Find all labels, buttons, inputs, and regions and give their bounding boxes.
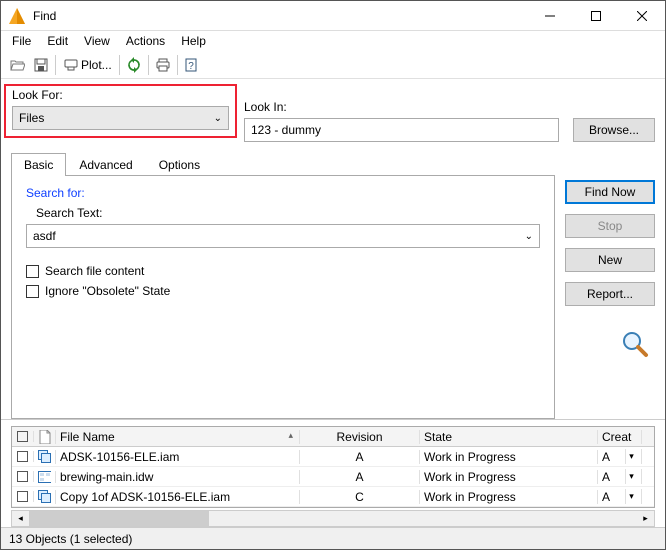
plot-button[interactable]: Plot... [58, 53, 117, 77]
search-file-content-checkbox[interactable]: Search file content [26, 264, 540, 278]
scroll-thumb[interactable] [29, 511, 209, 526]
look-in-field[interactable]: 123 - dummy [244, 118, 559, 142]
look-for-highlight: Look For: Files ⌄ [4, 84, 237, 138]
help-icon[interactable]: ? [180, 53, 204, 77]
open-icon[interactable] [5, 53, 29, 77]
checkbox-icon [26, 285, 39, 298]
search-text-input[interactable]: asdf ⌄ [26, 224, 540, 248]
body: Basic Advanced Options Search for: Searc… [1, 152, 665, 419]
window-title: Find [33, 9, 527, 23]
svg-text:?: ? [188, 61, 194, 72]
menubar: File Edit View Actions Help [1, 31, 665, 51]
column-state[interactable]: State [420, 430, 598, 444]
tab-options[interactable]: Options [146, 153, 213, 176]
column-created[interactable]: Creat [598, 430, 642, 444]
column-icon[interactable] [34, 430, 56, 444]
drawing-icon [34, 471, 56, 483]
find-window: Find File Edit View Actions Help Plot...… [0, 0, 666, 550]
minimize-button[interactable] [527, 1, 573, 31]
document-icon [39, 430, 51, 444]
tabstrip: Basic Advanced Options [11, 152, 555, 176]
table-row[interactable]: Copy 1of ADSK-10156-ELE.iam C Work in Pr… [12, 487, 654, 507]
ignore-obsolete-checkbox[interactable]: Ignore "Obsolete" State [26, 284, 540, 298]
browse-button[interactable]: Browse... [573, 118, 655, 142]
toolbar: Plot... ? [1, 51, 665, 79]
menu-view[interactable]: View [77, 32, 117, 50]
find-now-button[interactable]: Find Now [565, 180, 655, 204]
search-text-value: asdf [33, 229, 56, 243]
new-button[interactable]: New [565, 248, 655, 272]
assembly-icon [38, 450, 51, 464]
scroll-right-icon[interactable]: ▸ [637, 511, 654, 526]
side-buttons: Find Now Stop New Report... [565, 152, 665, 419]
tab-basic[interactable]: Basic [11, 153, 66, 176]
chevron-down-icon[interactable]: ▾ [625, 469, 637, 484]
column-checkbox[interactable] [12, 431, 34, 442]
look-for-value: Files [19, 111, 44, 125]
chevron-down-icon: ⌄ [525, 231, 533, 242]
results-header: File Name▴ Revision State Creat [12, 427, 654, 447]
chevron-down-icon: ⌄ [214, 113, 222, 124]
print-icon[interactable] [151, 53, 175, 77]
menu-file[interactable]: File [5, 32, 38, 50]
search-icon [621, 330, 649, 358]
stop-button[interactable]: Stop [565, 214, 655, 238]
chevron-down-icon[interactable]: ▾ [625, 449, 637, 464]
table-row[interactable]: ADSK-10156-ELE.iam A Work in Progress A▾ [12, 447, 654, 467]
row-checkbox[interactable] [17, 491, 28, 502]
menu-help[interactable]: Help [174, 32, 213, 50]
look-for-label: Look For: [12, 88, 229, 102]
look-section: Look For: Files ⌄ Look In: 123 - dummy B… [1, 79, 665, 152]
tab-panel-basic: Search for: Search Text: asdf ⌄ Search f… [11, 176, 555, 419]
column-revision[interactable]: Revision [300, 430, 420, 444]
statusbar: 13 Objects (1 selected) [1, 527, 665, 549]
status-text: 13 Objects (1 selected) [9, 532, 132, 546]
tab-advanced[interactable]: Advanced [66, 153, 145, 176]
search-file-content-label: Search file content [45, 264, 144, 278]
titlebar: Find [1, 1, 665, 31]
look-in-value: 123 - dummy [251, 123, 321, 137]
close-button[interactable] [619, 1, 665, 31]
row-checkbox[interactable] [17, 471, 28, 482]
save-icon[interactable] [29, 53, 53, 77]
search-for-heading: Search for: [26, 186, 540, 200]
app-icon [9, 8, 25, 24]
column-file-name[interactable]: File Name▴ [56, 430, 300, 444]
checkbox-icon [26, 265, 39, 278]
plot-label: Plot... [79, 58, 112, 72]
menu-edit[interactable]: Edit [40, 32, 75, 50]
menu-actions[interactable]: Actions [119, 32, 172, 50]
table-row[interactable]: brewing-main.idw A Work in Progress A▾ [12, 467, 654, 487]
results: File Name▴ Revision State Creat ADSK-101… [1, 419, 665, 527]
chevron-down-icon[interactable]: ▾ [625, 489, 637, 504]
look-in-label: Look In: [244, 100, 559, 114]
assembly-icon [38, 490, 51, 504]
maximize-button[interactable] [573, 1, 619, 31]
refresh-icon[interactable] [122, 53, 146, 77]
search-text-label: Search Text: [36, 206, 540, 220]
row-checkbox[interactable] [17, 451, 28, 462]
look-for-dropdown[interactable]: Files ⌄ [12, 106, 229, 130]
scroll-left-icon[interactable]: ◂ [12, 511, 29, 526]
horizontal-scrollbar[interactable]: ◂ ▸ [11, 510, 655, 527]
report-button[interactable]: Report... [565, 282, 655, 306]
ignore-obsolete-label: Ignore "Obsolete" State [45, 284, 170, 298]
